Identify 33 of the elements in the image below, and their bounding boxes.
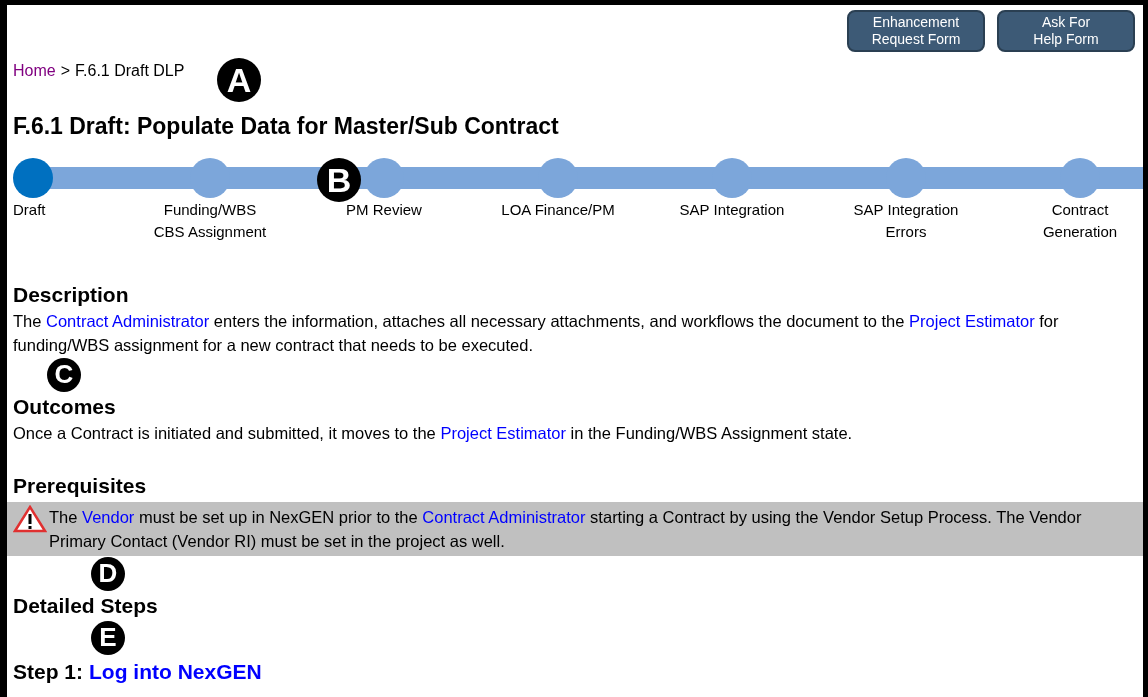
link[interactable]: Project Estimator [909, 311, 1035, 330]
step-label: Funding/WBS CBS Assignment [153, 199, 267, 242]
section-text: The Contract Administrator enters the information, attaches all necessary attachments, and workflows the document to the Project Estimator for funding/WBS assignment for a new contract that needs to be executed. [13, 310, 1060, 356]
section-text: Once a Contract is initiated and submitted, it moves to the Project Estimator in the Funding/WBS Assignment state. [13, 422, 854, 444]
breadcrumb-separator: > [60, 61, 71, 81]
step-number: Step 1: [13, 658, 83, 685]
section-heading: Outcomes [12, 393, 117, 420]
annotation-marker: B [317, 158, 361, 202]
annotation-marker: A [217, 58, 261, 102]
breadcrumb-link[interactable]: Home [13, 59, 56, 83]
step-label: LOA Finance/PM [501, 199, 615, 220]
annotation-marker: E [91, 620, 125, 655]
breadcrumb-current: F.6.1 Draft DLP [75, 61, 185, 81]
step-link[interactable]: Log into NexGEN [89, 655, 262, 687]
page-title: F.6.1 Draft: Populate Data for Master/Sub Contract [13, 112, 560, 141]
section-heading: Prerequisites [12, 472, 148, 499]
annotation-marker: C [47, 357, 81, 392]
link[interactable]: Contract Administrator [422, 507, 586, 526]
annotation-marker: D [91, 556, 125, 591]
form-button[interactable]: Enhancement Request Form [847, 10, 985, 52]
step-label: SAP Integration [679, 199, 785, 220]
section-heading: Description [12, 281, 130, 308]
step-label: PM Review [346, 199, 422, 220]
step-label: Draft [13, 199, 46, 220]
section-heading: Detailed Steps [12, 592, 159, 619]
warning-text: The Vendor must be set up in NexGEN prior to the Contract Administrator starting a Contract by using the Vendor Setup Process. The Vendor Primary Contact (Vendor RI) must be set in the project as well. [49, 506, 1083, 552]
warning-icon [13, 504, 47, 533]
form-button[interactable]: Ask For Help Form [997, 10, 1135, 52]
link[interactable]: Vendor [82, 507, 135, 526]
step-label: Contract Generation [1042, 199, 1118, 242]
link[interactable]: Contract Administrator [46, 311, 210, 330]
step-label: SAP Integration Errors [853, 199, 959, 242]
link[interactable]: Project Estimator [440, 423, 566, 442]
